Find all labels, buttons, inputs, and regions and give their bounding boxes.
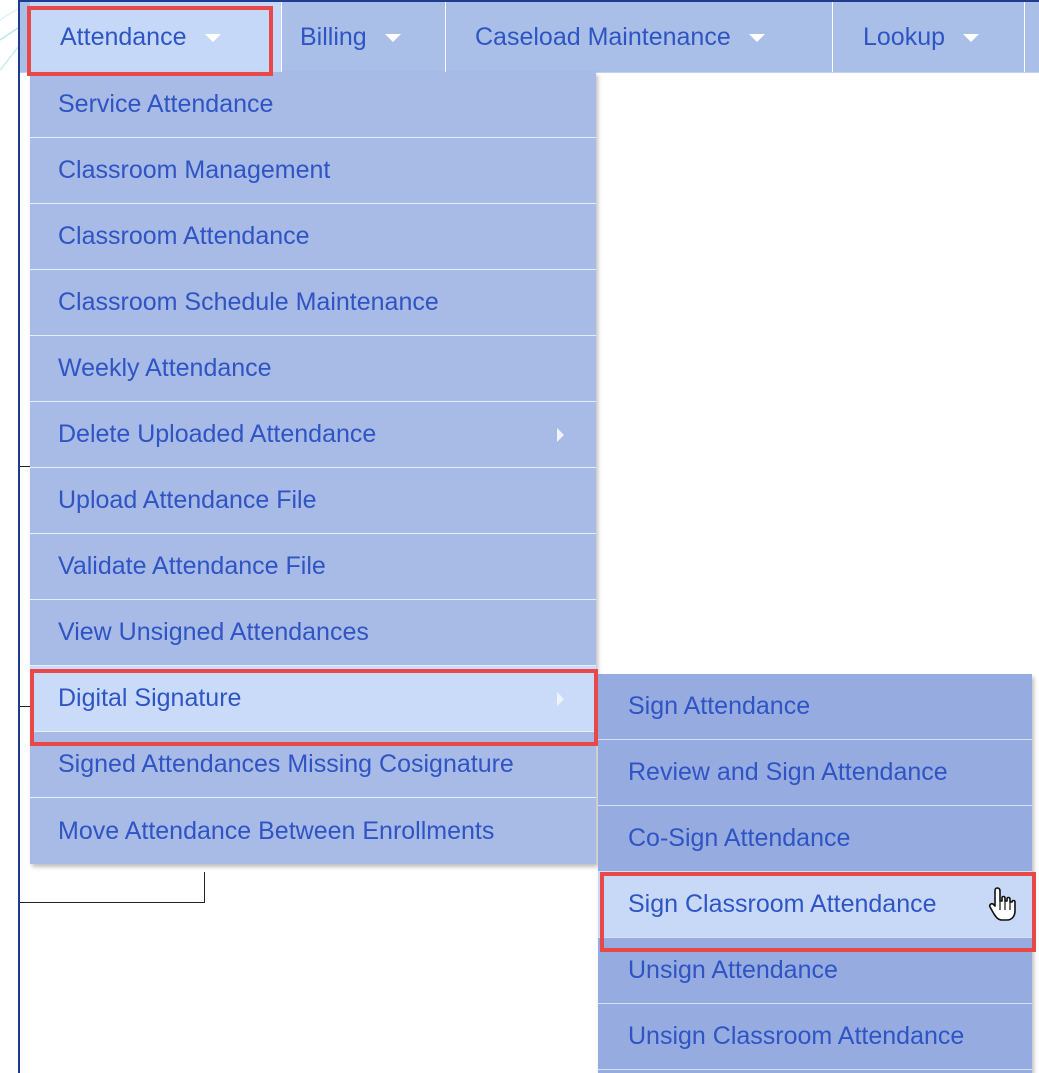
main-menubar: Attendance Billing Caseload Maintenance …: [20, 2, 1039, 73]
background-divider: [20, 706, 30, 707]
background-divider: [204, 872, 205, 903]
menu-billing-label: Billing: [300, 22, 367, 51]
menu-billing[interactable]: Billing: [270, 2, 446, 72]
menu-item-classroom-attendance[interactable]: Classroom Attendance: [30, 204, 596, 270]
menu-caseload-maintenance[interactable]: Caseload Maintenance: [445, 2, 833, 72]
menu-item-classroom-management[interactable]: Classroom Management: [30, 138, 596, 204]
submenu-item-review-and-sign-attendance[interactable]: Review and Sign Attendance: [598, 740, 1032, 806]
menu-lookup-label: Lookup: [863, 22, 946, 51]
hand-cursor-icon: [988, 887, 1016, 921]
menu-item-label: Weekly Attendance: [58, 354, 272, 382]
submenu-item-sign-classroom-attendance[interactable]: Sign Classroom Attendance: [598, 872, 1032, 938]
menu-item-label: Co-Sign Attendance: [628, 824, 851, 852]
menu-item-label: Sign Classroom Attendance: [628, 890, 937, 918]
arrow-right-icon: [557, 427, 564, 442]
menu-item-label: Digital Signature: [58, 684, 242, 712]
menu-lookup[interactable]: Lookup: [833, 2, 1025, 72]
menu-item-label: Validate Attendance File: [58, 552, 326, 580]
menu-item-signed-attendances-missing-cosignature[interactable]: Signed Attendances Missing Cosignature: [30, 732, 596, 798]
menu-item-label: Unsign Classroom Attendance: [628, 1022, 965, 1050]
menu-item-service-attendance[interactable]: Service Attendance: [30, 72, 596, 138]
menu-item-label: Review and Sign Attendance: [628, 758, 948, 786]
caret-down-icon: [963, 34, 980, 42]
menu-item-label: View Unsigned Attendances: [58, 618, 369, 646]
menu-item-label: Classroom Schedule Maintenance: [58, 288, 439, 316]
menu-item-label: Classroom Attendance: [58, 222, 310, 250]
menu-item-label: Move Attendance Between Enrollments: [58, 816, 495, 845]
caret-down-icon: [384, 34, 401, 42]
menu-item-label: Service Attendance: [58, 90, 274, 118]
menu-item-digital-signature[interactable]: Digital Signature: [30, 666, 596, 732]
menu-item-weekly-attendance[interactable]: Weekly Attendance: [30, 336, 596, 402]
menu-item-view-unsigned-attendances[interactable]: View Unsigned Attendances: [30, 600, 596, 666]
menu-item-upload-attendance-file[interactable]: Upload Attendance File: [30, 468, 596, 534]
arrow-right-icon: [557, 691, 564, 706]
submenu-item-co-sign-attendance[interactable]: Co-Sign Attendance: [598, 806, 1032, 872]
menu-caseload-maintenance-label: Caseload Maintenance: [475, 22, 731, 51]
attendance-dropdown-menu: Service Attendance Classroom Management …: [30, 72, 596, 864]
menu-item-classroom-schedule-maintenance[interactable]: Classroom Schedule Maintenance: [30, 270, 596, 336]
background-divider: [20, 902, 205, 903]
caret-down-icon: [204, 34, 221, 42]
menu-item-label: Unsign Attendance: [628, 956, 838, 984]
menu-item-label: Classroom Management: [58, 156, 331, 184]
menu-item-label: Signed Attendances Missing Cosignature: [58, 750, 514, 778]
menu-attendance[interactable]: Attendance: [30, 2, 282, 72]
background-divider: [20, 466, 30, 467]
submenu-item-sign-attendance[interactable]: Sign Attendance: [598, 674, 1032, 740]
menu-item-move-attendance-between-enrollments[interactable]: Move Attendance Between Enrollments: [30, 798, 596, 864]
menu-item-label: Sign Attendance: [628, 692, 811, 720]
menu-item-validate-attendance-file[interactable]: Validate Attendance File: [30, 534, 596, 600]
menu-item-label: Delete Uploaded Attendance: [58, 420, 377, 448]
submenu-item-unsign-classroom-attendance[interactable]: Unsign Classroom Attendance: [598, 1004, 1032, 1070]
submenu-item-unsign-attendance[interactable]: Unsign Attendance: [598, 938, 1032, 1004]
digital-signature-submenu: Sign Attendance Review and Sign Attendan…: [598, 674, 1032, 1073]
menu-attendance-label: Attendance: [60, 22, 187, 51]
menu-item-label: Upload Attendance File: [58, 486, 317, 514]
menu-item-delete-uploaded-attendance[interactable]: Delete Uploaded Attendance: [30, 402, 596, 468]
caret-down-icon: [748, 34, 765, 42]
